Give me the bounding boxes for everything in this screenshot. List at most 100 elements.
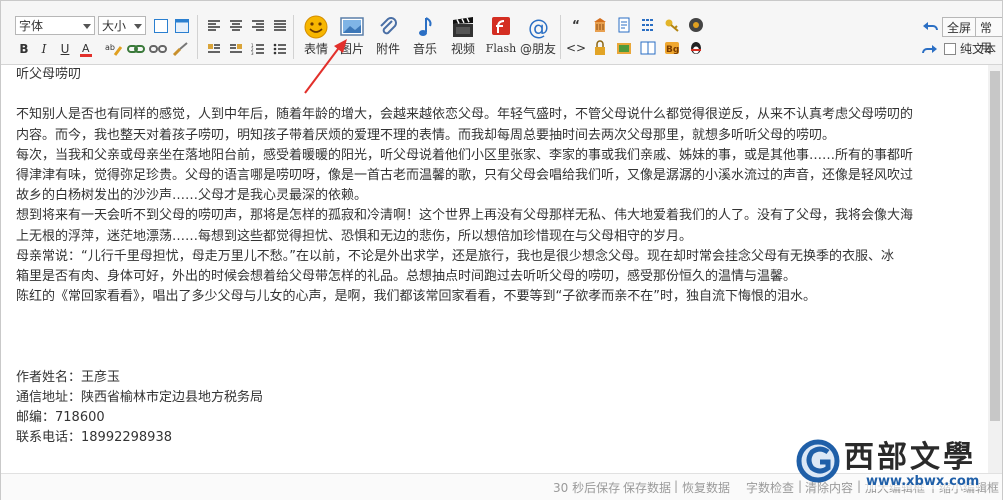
video-button[interactable]: 视频 <box>443 15 483 63</box>
bold-button[interactable]: B <box>15 40 33 58</box>
penguin-icon <box>691 42 701 54</box>
italic-button[interactable]: I <box>35 40 53 58</box>
smile-icon <box>304 15 328 39</box>
content-line: 母亲常说：“儿行千里母担忧，母走万里儿不愁。”在以前，不论是外出求学，还是旅行，… <box>16 248 894 264</box>
bullet-list-icon <box>273 43 286 55</box>
columns-icon <box>640 41 656 55</box>
ordered-list-icon: 123 <box>251 43 264 55</box>
column-button[interactable] <box>639 39 657 57</box>
quote-button[interactable]: “ <box>567 16 585 34</box>
align-left-icon <box>208 20 220 31</box>
status-separator: | <box>674 479 679 493</box>
rich-text-editor: 字体 大小 B I U A ab 1 2 3 表情 图片 附件 音乐 视频 Fl… <box>0 0 1003 500</box>
align-right-button[interactable] <box>249 17 267 35</box>
chevron-down-icon <box>134 24 142 29</box>
content-line: 听父母唠叨 <box>16 67 82 82</box>
music-button[interactable]: 音乐 <box>405 15 445 63</box>
content-line: 内容。而今，我也整天对着孩子唠叨，明知孩子带着厌烦的爱理不理的表情。而我却每周总… <box>16 127 836 143</box>
attachment-button[interactable]: 附件 <box>368 15 408 63</box>
music-label: 音乐 <box>412 42 437 56</box>
chevron-down-icon <box>83 24 91 29</box>
align-left-button[interactable] <box>205 17 223 35</box>
unlink-button[interactable] <box>149 40 167 58</box>
content-line <box>16 348 996 368</box>
svg-text:ab: ab <box>105 43 115 52</box>
content-line: 想到将来有一天会听不到父母的唠叨声，那将是怎样的孤寂和冷清啊！这个世界上再没有父… <box>16 208 914 224</box>
unordered-list-button[interactable] <box>271 40 289 58</box>
music-note-icon <box>419 17 432 36</box>
common-mode-button[interactable]: 常用 <box>975 17 1002 55</box>
watermark-logo-icon <box>796 439 840 483</box>
content-line: 不知别人是否也有同样的感觉，人到中年后，随着年龄的增大，会越来越依恋父母。年轻气… <box>16 107 914 123</box>
float-right-button[interactable] <box>227 40 245 58</box>
float-left-button[interactable] <box>205 40 223 58</box>
watermark-title: 西部文學 <box>844 440 976 475</box>
justify-button[interactable] <box>271 17 289 35</box>
restore-data-link[interactable]: 恢复数据 <box>682 479 730 496</box>
page-break-button[interactable] <box>639 16 657 34</box>
unlink-icon <box>149 45 167 53</box>
building-icon <box>594 18 606 32</box>
sale-button[interactable] <box>615 39 633 57</box>
highlighter-icon: ab <box>105 43 123 56</box>
table-button[interactable] <box>591 16 609 34</box>
clear-format-button[interactable] <box>172 40 190 58</box>
undo-button[interactable] <box>921 18 939 36</box>
align-right-icon <box>252 20 264 31</box>
paperclip-icon <box>380 17 397 35</box>
at-icon: @ <box>528 16 549 39</box>
content-line: 箱里是否有肉、身体可好，外出的时候会想着给父母带怎样的礼品。总想抽点时间跑过去听… <box>16 268 797 284</box>
vertical-scrollbar[interactable] <box>988 65 1002 473</box>
svg-text:@: @ <box>528 16 549 39</box>
page-break-icon <box>642 19 654 31</box>
save-data-link[interactable]: 保存数据 <box>623 479 671 496</box>
align-center-button[interactable] <box>227 17 245 35</box>
content-line: 故乡的白杨树发出的沙沙声……父母才是我心灵最深的依赖。 <box>16 188 368 204</box>
record-icon <box>689 18 703 32</box>
editor-toolbar: 字体 大小 B I U A ab 1 2 3 表情 图片 附件 音乐 视频 Fl… <box>1 1 1002 65</box>
font-family-select[interactable]: 字体 <box>15 16 95 35</box>
flash-label: Flash <box>485 42 517 55</box>
scrollbar-thumb[interactable] <box>990 71 1000 421</box>
hide-content-button[interactable] <box>591 39 609 57</box>
plaintext-checkbox[interactable] <box>944 43 956 55</box>
word-check-link[interactable]: 字数检查 <box>746 479 794 496</box>
site-watermark: 西部文學 www.xbwx.com <box>794 428 1003 500</box>
autosave-countdown: 30 秒后保存 <box>553 481 621 495</box>
redo-button[interactable] <box>921 41 939 59</box>
flash-button[interactable]: Flash <box>481 15 521 63</box>
link-button[interactable] <box>127 40 145 58</box>
free-button[interactable] <box>615 16 633 34</box>
editor-content-area[interactable]: 听父母唠叨不知别人是否也有同样的感觉，人到中年后，随着年龄的增大，会越来越依恋父… <box>7 65 996 473</box>
flash-icon <box>492 17 510 35</box>
background-music-button[interactable]: Bg <box>663 39 681 57</box>
bilibili-button[interactable] <box>687 16 705 34</box>
undo-icon <box>923 22 938 31</box>
lock-icon <box>595 40 605 55</box>
svg-text:Bg: Bg <box>666 45 679 55</box>
font-color-palette-button[interactable] <box>152 17 170 35</box>
align-justify-icon <box>274 20 286 31</box>
background-color-button[interactable] <box>173 17 191 35</box>
code-button[interactable]: <> <box>566 39 586 57</box>
mention-friend-button[interactable]: @ @朋友 <box>518 15 558 63</box>
password-button[interactable] <box>663 16 681 34</box>
swatch-icon <box>154 19 168 33</box>
bg-icon: Bg <box>665 42 679 55</box>
highlight-button[interactable]: ab <box>105 40 123 58</box>
box-icon <box>175 19 189 33</box>
underline-button[interactable]: U <box>56 40 74 58</box>
content-line: 通信地址：陕西省榆林市定边县地方税务局 <box>16 390 264 405</box>
text-color-button[interactable]: A <box>77 40 95 58</box>
font-size-value: 大小 <box>102 19 127 33</box>
redo-icon <box>922 45 937 54</box>
key-icon <box>665 19 679 32</box>
content-line <box>16 307 996 327</box>
font-size-select[interactable]: 大小 <box>98 16 146 35</box>
fullscreen-button[interactable]: 全屏 <box>942 17 977 37</box>
ordered-list-button[interactable]: 123 <box>249 40 267 58</box>
align-center-icon <box>230 20 242 31</box>
content-line: 每次，当我和父亲或母亲坐在落地阳台前，感受着暖暖的阳光，听父母说着他们小区里张家… <box>16 147 914 163</box>
qq-button[interactable] <box>687 39 705 57</box>
content-line: 作者姓名：王彦玉 <box>16 369 121 385</box>
